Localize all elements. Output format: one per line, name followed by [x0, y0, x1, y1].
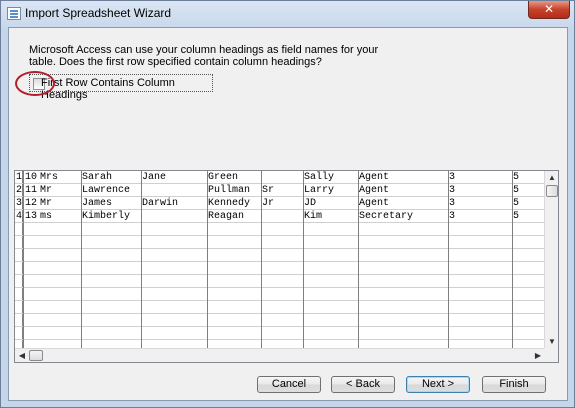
table-cell: Agent: [359, 198, 390, 209]
table-cell: Mr: [40, 198, 53, 209]
row-number: 3: [16, 198, 23, 209]
table-row[interactable]: [15, 223, 545, 236]
table-cell: Sally: [304, 172, 335, 183]
wizard-window: Import Spreadsheet Wizard ✕ Microsoft Ac…: [0, 0, 575, 408]
scrollbar-corner: [544, 348, 558, 362]
table-row[interactable]: [15, 249, 545, 262]
vertical-scroll-thumb[interactable]: [546, 185, 558, 197]
table-cell: 3: [449, 172, 456, 183]
scroll-left-arrow-icon[interactable]: ◀: [16, 350, 28, 362]
column-divider[interactable]: [261, 171, 262, 349]
table-cell: Lawrence: [82, 185, 131, 196]
table-cell: ms: [40, 211, 53, 222]
title-bar[interactable]: Import Spreadsheet Wizard ✕: [1, 1, 574, 27]
table-cell: 13: [25, 211, 38, 222]
table-cell: Jr: [262, 198, 275, 209]
table-cell: Darwin: [142, 198, 179, 209]
table-row[interactable]: [15, 301, 545, 314]
column-divider[interactable]: [81, 171, 82, 349]
table-row[interactable]: [15, 262, 545, 275]
table-row[interactable]: [15, 314, 545, 327]
cancel-button[interactable]: Cancel: [257, 376, 321, 393]
row-number: 4: [16, 211, 23, 222]
column-divider[interactable]: [303, 171, 304, 349]
table-cell: Secretary: [359, 211, 414, 222]
scroll-up-arrow-icon[interactable]: ▲: [546, 172, 558, 184]
table-cell: JD: [304, 198, 317, 209]
back-button[interactable]: < Back: [331, 376, 395, 393]
table-cell: 5: [513, 211, 520, 222]
scroll-right-arrow-icon[interactable]: ▶: [532, 350, 544, 362]
table-cell: Reagan: [208, 211, 245, 222]
first-row-headings-label: First Row Contains Column Headings: [41, 77, 175, 101]
horizontal-scrollbar[interactable]: ◀ ▶: [15, 348, 545, 362]
scroll-down-arrow-icon[interactable]: ▼: [546, 336, 558, 348]
app-icon: [7, 7, 21, 20]
window-title: Import Spreadsheet Wizard: [25, 6, 172, 20]
wizard-body: Microsoft Access can use your column hea…: [8, 27, 568, 401]
table-row[interactable]: [15, 288, 545, 301]
table-cell: 5: [513, 198, 520, 209]
table-row[interactable]: 3 12 Mr James Darwin Kennedy Jr JD Agent 3 5: [15, 197, 545, 210]
table-cell: Kennedy: [208, 198, 251, 209]
close-button[interactable]: ✕: [528, 1, 570, 19]
row-number: 1: [16, 172, 23, 183]
table-cell: 12: [25, 198, 38, 209]
table-cell: Kim: [304, 211, 323, 222]
table-row[interactable]: 2 11 Mr Lawrence Pullman Sr Larry Agent 3 5: [15, 184, 545, 197]
table-row[interactable]: [15, 327, 545, 340]
column-divider[interactable]: [207, 171, 208, 349]
table-cell: James: [82, 198, 113, 209]
finish-button[interactable]: Finish: [482, 376, 546, 393]
table-cell: 3: [449, 185, 456, 196]
column-divider[interactable]: [358, 171, 359, 349]
table-cell: 5: [513, 185, 520, 196]
preview-grid[interactable]: 1 10 Mrs Sarah Jane Green Sally Agent 3 5 2 11 Mr Law…: [14, 170, 559, 363]
horizontal-scroll-thumb[interactable]: [29, 350, 43, 361]
table-cell: Green: [208, 172, 239, 183]
table-cell: 11: [25, 185, 38, 196]
table-cell: 5: [513, 172, 520, 183]
highlight-circle: [15, 71, 55, 96]
table-cell: Mr: [40, 185, 53, 196]
table-cell: Mrs: [40, 172, 59, 183]
next-button[interactable]: Next >: [406, 376, 470, 393]
table-cell: Larry: [304, 185, 335, 196]
table-cell: 3: [449, 198, 456, 209]
table-cell: Sr: [262, 185, 275, 196]
table-row[interactable]: [15, 275, 545, 288]
column-divider[interactable]: [448, 171, 449, 349]
table-cell: 10: [25, 172, 38, 183]
table-cell: Agent: [359, 185, 390, 196]
table-cell: Agent: [359, 172, 390, 183]
table-row[interactable]: 4 13 ms Kimberly Reagan Kim Secretary 3 5: [15, 210, 545, 223]
prompt-text: Microsoft Access can use your column hea…: [29, 44, 379, 68]
vertical-scrollbar[interactable]: ▲ ▼: [544, 171, 558, 349]
table-cell: Jane: [142, 172, 167, 183]
table-row[interactable]: 1 10 Mrs Sarah Jane Green Sally Agent 3 5: [15, 171, 545, 184]
column-divider[interactable]: [512, 171, 513, 349]
preview-grid-body: 1 10 Mrs Sarah Jane Green Sally Agent 3 5 2 11 Mr Law…: [15, 171, 545, 349]
table-cell: Kimberly: [82, 211, 131, 222]
table-cell: Pullman: [208, 185, 251, 196]
column-divider[interactable]: [141, 171, 142, 349]
table-cell: 3: [449, 211, 456, 222]
row-number: 2: [16, 185, 23, 196]
column-divider[interactable]: [23, 171, 24, 349]
table-row[interactable]: [15, 236, 545, 249]
first-row-headings-option[interactable]: First Row Contains Column Headings: [29, 74, 213, 101]
table-cell: Sarah: [82, 172, 113, 183]
